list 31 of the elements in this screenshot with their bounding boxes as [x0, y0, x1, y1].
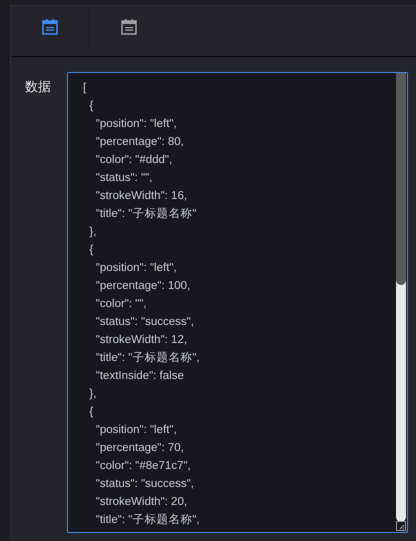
- code-line: {: [88, 405, 94, 420]
- code-line: "title": "子标题名称",: [94, 512, 201, 528]
- code-line: "percentage": 100,: [94, 279, 192, 294]
- code-line: "percentage": 80,: [94, 135, 185, 150]
- calendar-icon: [42, 18, 58, 34]
- code-line: },: [88, 387, 98, 402]
- code-line: "color": "#ddd",: [94, 153, 174, 168]
- resize-handle-icon[interactable]: [396, 521, 406, 531]
- code-line: "status": "success",: [94, 477, 195, 492]
- code-line: {: [88, 243, 94, 258]
- code-line: "title": "子标题名称",: [94, 350, 201, 366]
- field-label: 数据: [25, 78, 52, 96]
- code-line: "strokeWidth": 20,: [94, 495, 188, 510]
- calendar-icon: [120, 18, 136, 34]
- code-line: "textInside": false: [94, 369, 185, 384]
- code-line: "title": "子标题名称": [94, 206, 198, 222]
- code-line: },: [88, 225, 98, 240]
- code-line: "color": "",: [94, 297, 148, 312]
- scrollbar[interactable]: [396, 73, 406, 522]
- code-line: "position": "left",: [94, 117, 178, 132]
- code-line: "color": "#8e71c7",: [94, 459, 192, 474]
- code-line: "strokeWidth": 12,: [94, 333, 188, 348]
- code-line: "status": "",: [94, 171, 154, 186]
- code-line: "position": "left",: [94, 423, 178, 438]
- code-line: [: [83, 81, 88, 96]
- code-line: "status": "success",: [94, 315, 195, 330]
- code-line: "strokeWidth": 16,: [94, 189, 188, 204]
- code-line: {: [88, 99, 94, 114]
- code-editor[interactable]: [67, 72, 408, 533]
- code-line: "percentage": 70,: [94, 441, 185, 456]
- code-line: "position": "left",: [94, 261, 178, 276]
